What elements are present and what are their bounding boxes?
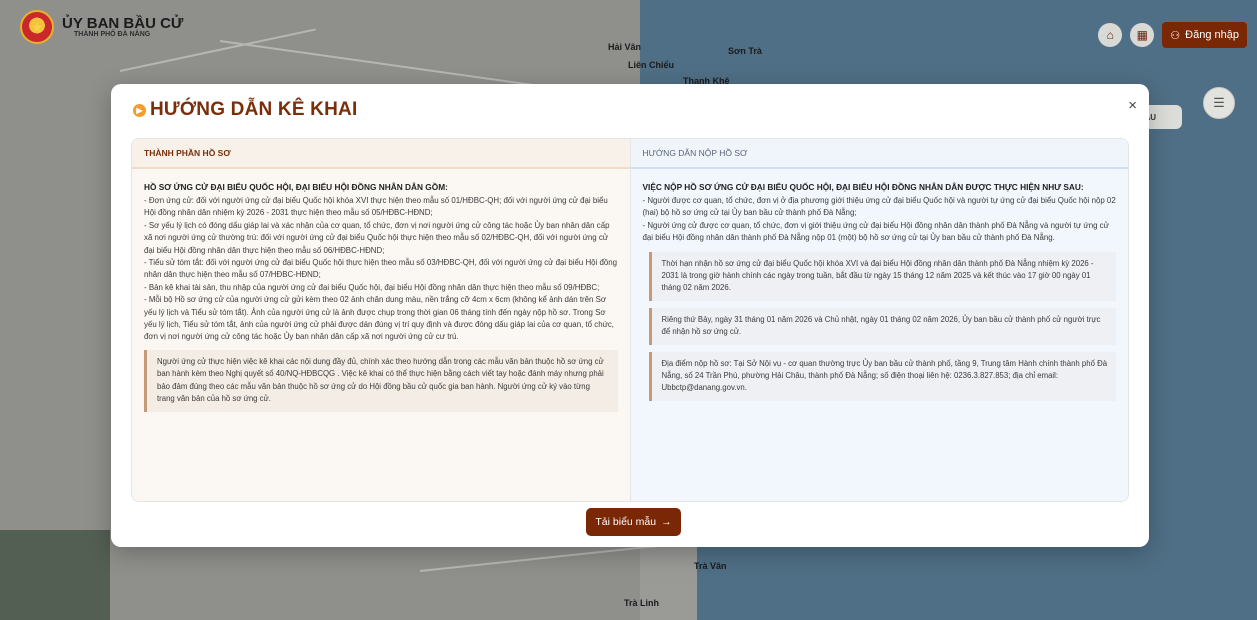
submission-item: - Người được cơ quan, tổ chức, đơn vị ở …: [642, 196, 1116, 218]
top-right-toolbar: ⌂ ▦ ⚇ Đăng nhập: [1098, 22, 1247, 48]
map-label-hai-van: Hải Vân: [608, 42, 642, 52]
arrow-right-icon: →: [661, 516, 672, 528]
modal-title-block: ▶ HƯỚNG DẪN KÊ KHAI: [133, 99, 357, 121]
submission-note: Địa điểm nộp hồ sơ: Tại Sở Nội vụ - cơ q…: [648, 351, 1116, 401]
map-label-tra-van: Trà Vân: [694, 561, 727, 571]
download-label: Tải biểu mẫu: [595, 516, 657, 528]
national-emblem-icon: ★: [20, 10, 54, 44]
submission-header: HƯỚNG DẪN NỘP HỒ SƠ: [630, 139, 1128, 169]
org-subtitle: THÀNH PHỐ ĐÀ NẴNG: [74, 31, 151, 38]
submission-body: VIỆC NỘP HỒ SƠ ỨNG CỬ ĐẠI BIỂU QUỐC HỘI,…: [631, 169, 1129, 401]
header-logo[interactable]: ★ ỦY BAN BẦU CỬ THÀNH PHỐ ĐÀ NẴNG: [20, 10, 183, 44]
home-icon: ⌂: [1106, 28, 1114, 42]
documents-header: THÀNH PHẦN HỒ SƠ: [132, 139, 630, 169]
guide-columns: THÀNH PHẦN HỒ SƠ HỒ SƠ ỨNG CỬ ĐẠI BIỂU Q…: [131, 138, 1129, 502]
guide-modal: ▶ HƯỚNG DẪN KÊ KHAI × THÀNH PHẦN HỒ SƠ H…: [111, 84, 1149, 547]
map-label-son-tra: Sơn Trà: [728, 46, 762, 56]
submission-note: Thời hạn nhận hồ sơ ứng cử đại biểu Quốc…: [648, 251, 1116, 301]
login-label: Đăng nhập: [1185, 29, 1239, 41]
filter-button[interactable]: ☰: [1203, 87, 1235, 119]
documents-item: - Mỗi bộ Hồ sơ ứng cử của người ứng cử g…: [144, 295, 614, 342]
close-button[interactable]: ×: [1128, 97, 1137, 114]
documents-column: THÀNH PHẦN HỒ SƠ HỒ SƠ ỨNG CỬ ĐẠI BIỂU Q…: [132, 139, 631, 501]
login-button[interactable]: ⚇ Đăng nhập: [1162, 22, 1247, 48]
submission-note: Riêng thứ Bảy, ngày 31 tháng 01 năm 2026…: [648, 307, 1116, 345]
submission-item: - Người ứng cử được cơ quan, tổ chức, đơ…: [642, 220, 1109, 243]
modal-title: HƯỚNG DẪN KÊ KHAI: [150, 99, 358, 120]
filter-icon: ☰: [1213, 95, 1225, 110]
grid-icon: ▦: [1136, 28, 1148, 42]
documents-item: - Sơ yếu lý lịch có đóng dấu giáp lai và…: [144, 220, 610, 255]
org-name-block: ỦY BAN BẦU CỬ THÀNH PHỐ ĐÀ NẴNG: [62, 16, 183, 38]
documents-item: - Tiểu sử tóm tắt: đối với người ứng cử …: [144, 258, 618, 280]
play-circle-icon: ▶: [133, 103, 146, 117]
map-forest: [0, 530, 110, 620]
documents-item: - Bản kê khai tài sản, thu nhập của ngườ…: [144, 282, 600, 292]
grid-button[interactable]: ▦: [1130, 23, 1155, 47]
submission-section-title: VIỆC NỘP HỒ SƠ ỨNG CỬ ĐẠI BIỂU QUỐC HỘI,…: [642, 182, 1084, 192]
submission-column: HƯỚNG DẪN NỘP HỒ SƠ VIỆC NỘP HỒ SƠ ỨNG C…: [630, 139, 1129, 501]
org-title: ỦY BAN BẦU CỬ: [62, 15, 184, 32]
documents-section-title: HỒ SƠ ỨNG CỬ ĐẠI BIỂU QUỐC HỘI, ĐẠI BIỂU…: [144, 182, 448, 192]
documents-item: - Đơn ứng cử: đối với người ứng cử đại b…: [144, 196, 608, 218]
map-label-lien-chieu: Liên Chiểu: [628, 60, 675, 70]
documents-note: Người ứng cử thực hiện việc kê khai các …: [144, 349, 618, 412]
user-icon: ⚇: [1170, 29, 1181, 42]
documents-body: HỒ SƠ ỨNG CỬ ĐẠI BIỂU QUỐC HỘI, ĐẠI BIỂU…: [132, 169, 630, 412]
home-button[interactable]: ⌂: [1098, 23, 1123, 47]
map-label-tra-linh: Trà Linh: [624, 598, 660, 608]
download-templates-button[interactable]: Tải biểu mẫu →: [586, 508, 681, 536]
